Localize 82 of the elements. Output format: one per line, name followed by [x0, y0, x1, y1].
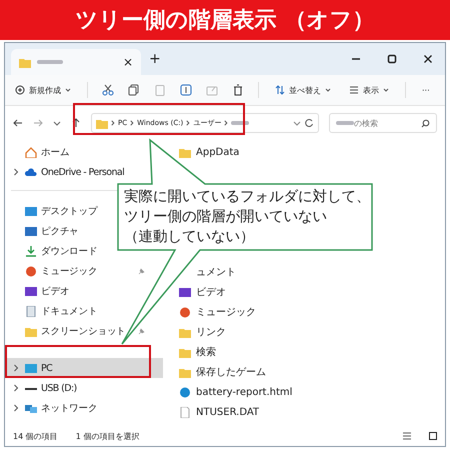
more-button[interactable]: ···	[420, 84, 432, 96]
desktop-icon	[25, 206, 37, 216]
cloud-icon	[25, 166, 37, 178]
scissors-icon[interactable]	[102, 84, 114, 96]
refresh-icon[interactable]	[304, 118, 314, 128]
document-icon	[25, 306, 37, 316]
chevron-down-icon	[325, 88, 331, 92]
file-item[interactable]: ュメント	[196, 262, 236, 282]
chevron-right-icon	[130, 120, 134, 126]
sidebar-item[interactable]: ドキュメント	[7, 301, 100, 321]
close-icon[interactable]	[423, 54, 433, 64]
folder-icon	[179, 366, 191, 378]
close-tab-button[interactable]: ×	[122, 55, 133, 69]
music-icon	[25, 266, 37, 276]
back-icon[interactable]	[13, 118, 23, 128]
file-item[interactable]: リンク	[179, 322, 226, 342]
blurred-name	[37, 60, 63, 64]
chevron-right-icon	[111, 120, 115, 126]
search-icon	[421, 118, 430, 128]
blurred-name	[231, 121, 250, 125]
search-field[interactable]: の検索	[329, 113, 437, 133]
new-tab-button[interactable]: +	[149, 51, 161, 67]
browser-icon	[179, 386, 191, 398]
chevron-right-icon	[186, 120, 190, 126]
plus-icon	[15, 85, 25, 95]
folder-icon	[179, 146, 191, 158]
music-icon	[179, 306, 191, 318]
pin-icon	[138, 328, 145, 334]
sidebar-item[interactable]: ダウンロード	[7, 241, 100, 261]
details-view-icon[interactable]	[403, 432, 411, 440]
file-item[interactable]: AppData	[179, 142, 240, 162]
callout-text: 実際に開いているフォルダに対して、 ツリー側の階層が開いていない （連動していない）	[124, 188, 368, 247]
banner-title: ツリー側の階層表示 （オフ）	[0, 0, 450, 40]
copy-icon[interactable]	[128, 84, 140, 96]
sort-icon	[275, 85, 285, 95]
new-button[interactable]: 新規作成	[13, 82, 73, 98]
window-tab[interactable]: ×	[11, 49, 141, 75]
sidebar-item[interactable]: PC	[7, 358, 163, 378]
sidebar-item[interactable]: デスクトップ	[7, 201, 100, 221]
file-item[interactable]: ビデオ	[179, 282, 226, 302]
chevron-down-icon	[383, 88, 389, 92]
view-button[interactable]: 表示	[347, 82, 391, 98]
file-item[interactable]: 検索	[179, 342, 216, 362]
folder-icon	[96, 118, 108, 128]
list-icon	[349, 85, 359, 95]
chevron-right-icon[interactable]	[13, 384, 19, 392]
chevron-down-icon	[65, 88, 71, 92]
folder-icon	[179, 326, 191, 338]
folder-icon	[25, 326, 37, 336]
sidebar-item[interactable]: スクリーンショット	[7, 321, 147, 341]
sort-button[interactable]: 並べ替え	[273, 82, 333, 98]
video-icon	[179, 286, 191, 298]
sidebar-item[interactable]: OneDrive - Personal	[7, 162, 126, 182]
file-item[interactable]: battery-report.html	[179, 382, 292, 402]
picture-icon	[25, 226, 37, 236]
pin-icon	[138, 268, 145, 274]
video-icon	[25, 286, 37, 296]
sidebar-item[interactable]: ミュージック	[7, 261, 147, 281]
sidebar-item[interactable]: ネットワーク	[7, 398, 100, 418]
sidebar-item[interactable]: USB (D:)	[7, 378, 79, 398]
network-icon	[25, 402, 37, 414]
sidebar-item[interactable]: ビデオ	[7, 281, 72, 301]
rename-icon[interactable]	[180, 84, 192, 96]
tiles-view-icon[interactable]	[429, 432, 437, 440]
folder-icon	[19, 56, 31, 68]
sidebar-item[interactable]: ホーム	[7, 142, 72, 162]
download-icon	[25, 246, 37, 256]
maximize-icon[interactable]	[387, 54, 397, 64]
selection-count: 1 個の項目を選択	[76, 430, 140, 442]
file-item[interactable]: NTUSER.DAT	[179, 402, 260, 422]
home-icon	[25, 146, 37, 158]
sidebar-item[interactable]: ピクチャ	[7, 221, 81, 241]
trash-icon[interactable]	[232, 84, 244, 96]
file-icon	[179, 406, 191, 418]
chevron-right-icon[interactable]	[13, 168, 19, 176]
monitor-icon	[25, 362, 37, 374]
chevron-right-icon[interactable]	[13, 404, 19, 412]
item-count: 14 個の項目	[13, 430, 58, 442]
file-item[interactable]: 保存したゲーム	[179, 362, 266, 382]
file-item[interactable]: ミュージック	[179, 302, 256, 322]
chevron-right-icon	[224, 120, 228, 126]
chevron-right-icon[interactable]	[13, 364, 19, 372]
